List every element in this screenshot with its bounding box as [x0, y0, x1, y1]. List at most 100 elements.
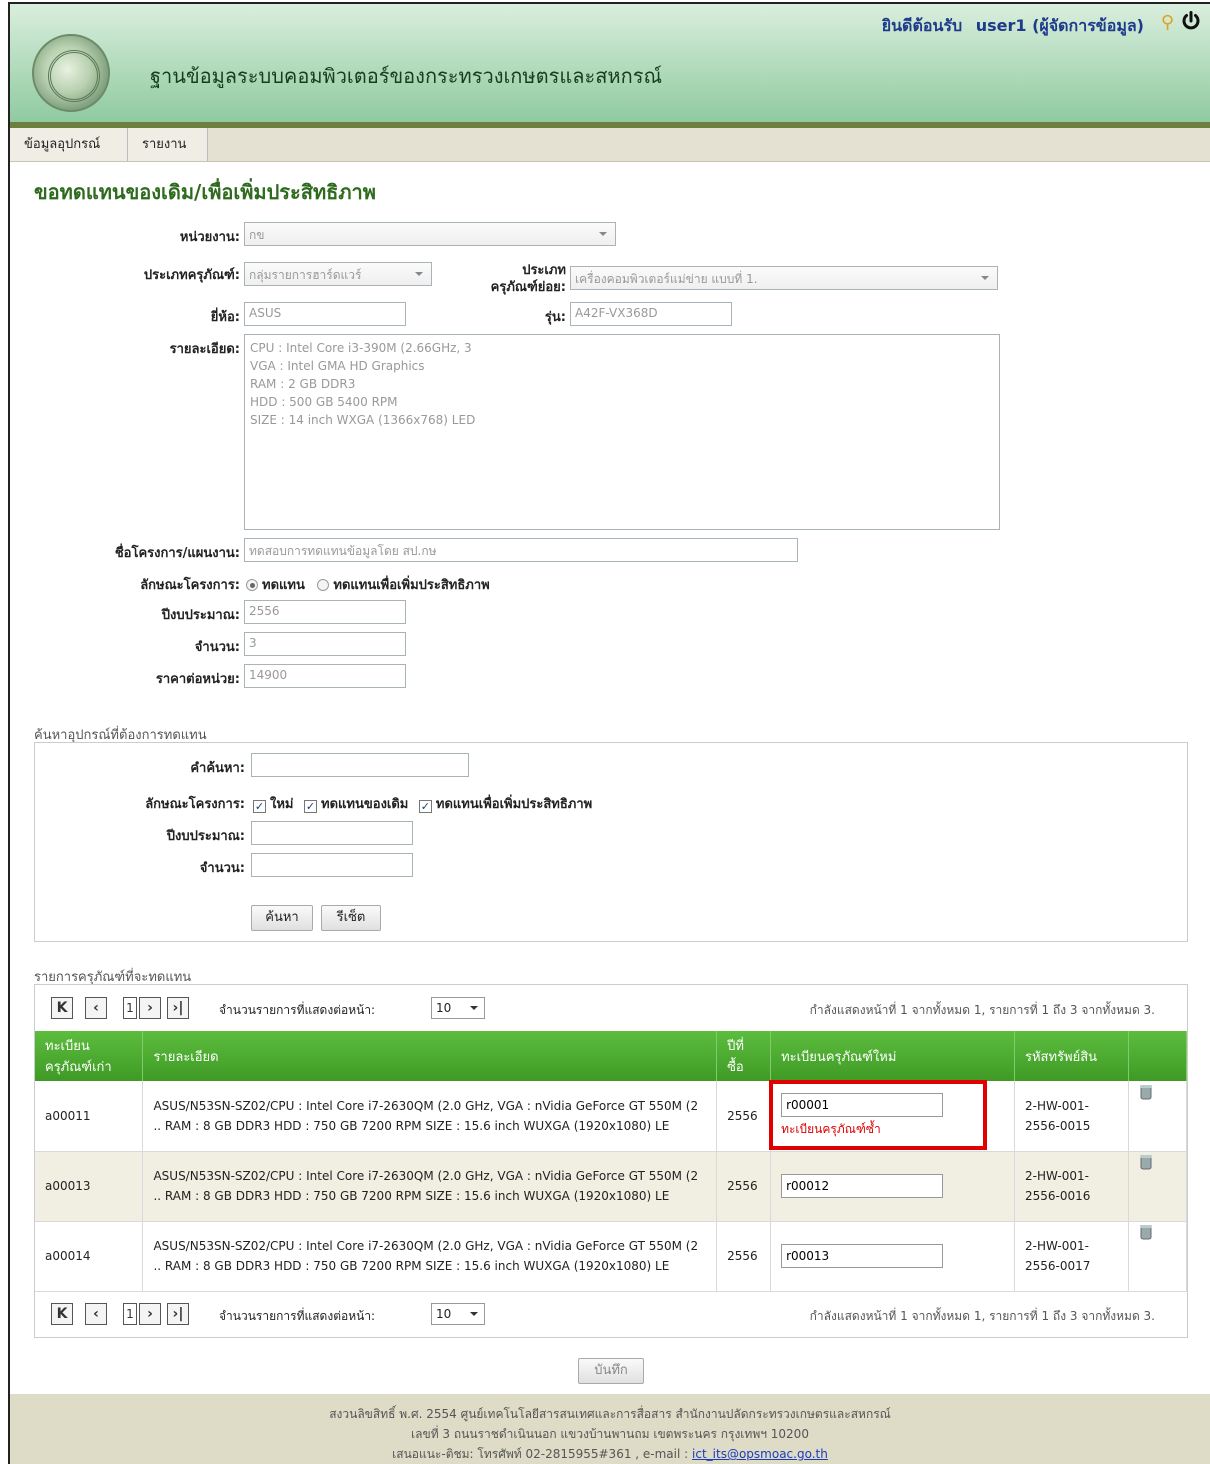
price-field[interactable]: 14900: [244, 664, 406, 688]
col-old-reg[interactable]: ทะเบียนครุภัณฑ์เก่า: [35, 1031, 144, 1081]
detail-textarea[interactable]: CPU : Intel Core i3-390M (2.66GHz, 3 VGA…: [244, 334, 1000, 530]
action-cell: [1128, 1151, 1188, 1222]
menu-item-devices[interactable]: ข้อมูลอุปกรณ์: [10, 128, 128, 161]
prev-page-button[interactable]: ‹: [85, 1303, 107, 1325]
chk-improve[interactable]: ✓: [418, 800, 432, 813]
new-reg-cell: [770, 1151, 1015, 1222]
keyword-input[interactable]: [251, 753, 469, 777]
new-reg-cell: [770, 1221, 1015, 1292]
table-row: a00011 ASUS/N53SN-SZ02/CPU : Intel Core …: [35, 1081, 1188, 1152]
nature-radio-replace[interactable]: [246, 579, 258, 591]
year-cell: 2556: [716, 1221, 772, 1292]
reset-button[interactable]: รีเซ็ต: [321, 905, 381, 931]
subtype-label-line2: ครุภัณฑ์ย่อย:: [490, 280, 566, 295]
last-page-button[interactable]: ›|: [167, 997, 189, 1019]
page-number[interactable]: 1: [123, 1303, 137, 1325]
chk-improve-label: ทดแทนเพื่อเพิ่มประสิทธิภาพ: [435, 797, 593, 812]
footer: สงวนลิขสิทธิ์ พ.ศ. 2554 ศูนย์เทคโนโลยีสา…: [10, 1394, 1210, 1464]
last-page-button[interactable]: ›|: [167, 1303, 189, 1325]
footer-email-link[interactable]: ict_its@opsmoac.go.th: [692, 1447, 828, 1461]
new-reg-input[interactable]: [781, 1244, 944, 1268]
per-page-select[interactable]: 10: [431, 1303, 485, 1325]
model-field[interactable]: A42F-VX368D: [570, 302, 732, 326]
nature-radio-improve[interactable]: [317, 579, 330, 591]
per-page-label: จำนวนรายการที่แสดงต่อหน้า:: [219, 1003, 376, 1017]
budget-label: ปีงบประมาณ:: [161, 608, 240, 623]
asset-cell: 2-HW-001-2556-0016: [1014, 1151, 1129, 1222]
footer-contact: เสนอแนะ-ติชม: โทรศัพท์ 02-2815955#361 , …: [10, 1444, 1210, 1464]
results-panel: K ‹ 1 › ›| จำนวนรายการที่แสดงต่อหน้า: 10…: [34, 984, 1188, 1338]
project-label: ชื่อโครงการ/แผนงาน:: [114, 546, 240, 561]
price-label: ราคาต่อหน่วย:: [155, 672, 240, 687]
pager-status: กำลังแสดงหน้าที่ 1 จากทั้งหมด 1, รายการท…: [809, 1003, 1155, 1017]
trash-icon[interactable]: [1139, 1224, 1153, 1240]
save-button[interactable]: บันทึก: [578, 1358, 644, 1384]
col-new-reg[interactable]: ทะเบียนครุภัณฑ์ใหม่: [770, 1031, 1015, 1081]
user-name: user1 (ผู้จัดการข้อมูล): [975, 16, 1144, 35]
search-qty-label: จำนวน:: [199, 861, 245, 876]
col-asset[interactable]: รหัสทรัพย์สิน: [1014, 1031, 1129, 1081]
type-select[interactable]: กลุ่มรายการฮาร์ดแวร์: [244, 262, 432, 286]
keyword-label: คำค้นหา:: [190, 761, 245, 776]
search-budget-input[interactable]: [251, 821, 413, 845]
first-page-button[interactable]: K: [51, 997, 73, 1019]
year-cell: 2556: [716, 1081, 772, 1152]
site-title: ฐานข้อมูลระบบคอมพิวเตอร์ของกระทรวงเกษตรแ…: [150, 64, 663, 88]
pager-top: K ‹ 1 › ›| จำนวนรายการที่แสดงต่อหน้า: 10…: [51, 997, 1171, 1023]
next-page-button[interactable]: ›: [139, 1303, 161, 1325]
col-year[interactable]: ปีที่ซื้อ: [716, 1031, 772, 1081]
search-panel: คำค้นหา: ลักษณะโครงการ: ✓ ใหม่ ✓ ทดแทนของเ…: [34, 742, 1188, 942]
search-nature-label: ลักษณะโครงการ:: [145, 797, 245, 812]
nature-label: ลักษณะโครงการ:: [140, 578, 240, 593]
welcome-text: ยินดีต้อนรับ user1 (ผู้จัดการข้อมูล): [882, 14, 1144, 39]
chk-replace[interactable]: ✓: [304, 800, 318, 813]
detail-cell: ASUS/N53SN-SZ02/CPU : Intel Core i7-2630…: [142, 1221, 718, 1292]
pager-bottom: K ‹ 1 › ›| จำนวนรายการที่แสดงต่อหน้า: 10…: [51, 1303, 1171, 1329]
pager-status: กำลังแสดงหน้าที่ 1 จากทั้งหมด 1, รายการท…: [809, 1309, 1155, 1323]
old-reg-cell: a00014: [35, 1221, 144, 1292]
year-cell: 2556: [716, 1151, 772, 1222]
old-reg-cell: a00011: [35, 1081, 144, 1152]
error-highlight-box: [769, 1080, 987, 1150]
old-reg-cell: a00013: [35, 1151, 144, 1222]
first-page-button[interactable]: K: [51, 1303, 73, 1325]
subtype-label-line1: ประเภท: [522, 263, 566, 278]
per-page-select[interactable]: 10: [431, 997, 485, 1019]
new-reg-input[interactable]: [781, 1174, 944, 1198]
detail-cell: ASUS/N53SN-SZ02/CPU : Intel Core i7-2630…: [142, 1151, 718, 1222]
asset-cell: 2-HW-001-2556-0017: [1014, 1221, 1129, 1292]
budget-field[interactable]: 2556: [244, 600, 406, 624]
search-button[interactable]: ค้นหา: [251, 905, 313, 931]
brand-label: ยี่ห้อ:: [210, 310, 240, 325]
user-key-icon[interactable]: ⚲: [1161, 12, 1174, 33]
brand-field[interactable]: ASUS: [244, 302, 406, 326]
model-label: รุ่น:: [544, 310, 566, 325]
trash-icon[interactable]: [1139, 1084, 1153, 1100]
page-number[interactable]: 1: [123, 997, 137, 1019]
header: ฐานข้อมูลระบบคอมพิวเตอร์ของกระทรวงเกษตรแ…: [10, 4, 1210, 122]
ministry-logo: [32, 34, 110, 112]
agency-label: หน่วยงาน:: [179, 230, 240, 245]
per-page-label: จำนวนรายการที่แสดงต่อหน้า:: [219, 1309, 376, 1323]
project-field[interactable]: ทดสอบการทดแทนข้อมูลโดย สป.กษ: [244, 538, 798, 562]
prev-page-button[interactable]: ‹: [85, 997, 107, 1019]
chk-new[interactable]: ✓: [253, 800, 266, 813]
type-label: ประเภทครุภัณฑ์:: [143, 268, 240, 283]
agency-select[interactable]: กข: [244, 222, 616, 246]
detail-line: RAM : 2 GB DDR3: [250, 377, 356, 391]
nature-radio-group: ทดแทน ทดแทนเพื่อเพิ่มประสิทธิภาพ: [244, 574, 490, 595]
col-detail[interactable]: รายละเอียด: [142, 1031, 718, 1081]
detail-line: CPU : Intel Core i3-390M (2.66GHz, 3: [250, 341, 472, 355]
qty-label: จำนวน:: [194, 640, 240, 655]
trash-icon[interactable]: [1139, 1154, 1153, 1170]
qty-field[interactable]: 3: [244, 632, 406, 656]
footer-contact-text: เสนอแนะ-ติชม: โทรศัพท์ 02-2815955#361 , …: [392, 1447, 689, 1461]
subtype-select[interactable]: เครื่องคอมพิวเตอร์แม่ข่าย แบบที่ 1.: [570, 266, 998, 290]
nature-opt1-label: ทดแทน: [262, 578, 305, 593]
search-qty-input[interactable]: [251, 853, 413, 877]
detail-line: SIZE : 14 inch WXGA (1366x768) LED: [250, 413, 476, 427]
search-budget-label: ปีงบประมาณ:: [166, 829, 245, 844]
power-icon[interactable]: [1180, 10, 1202, 32]
menu-item-reports[interactable]: รายงาน: [128, 128, 208, 161]
next-page-button[interactable]: ›: [139, 997, 161, 1019]
